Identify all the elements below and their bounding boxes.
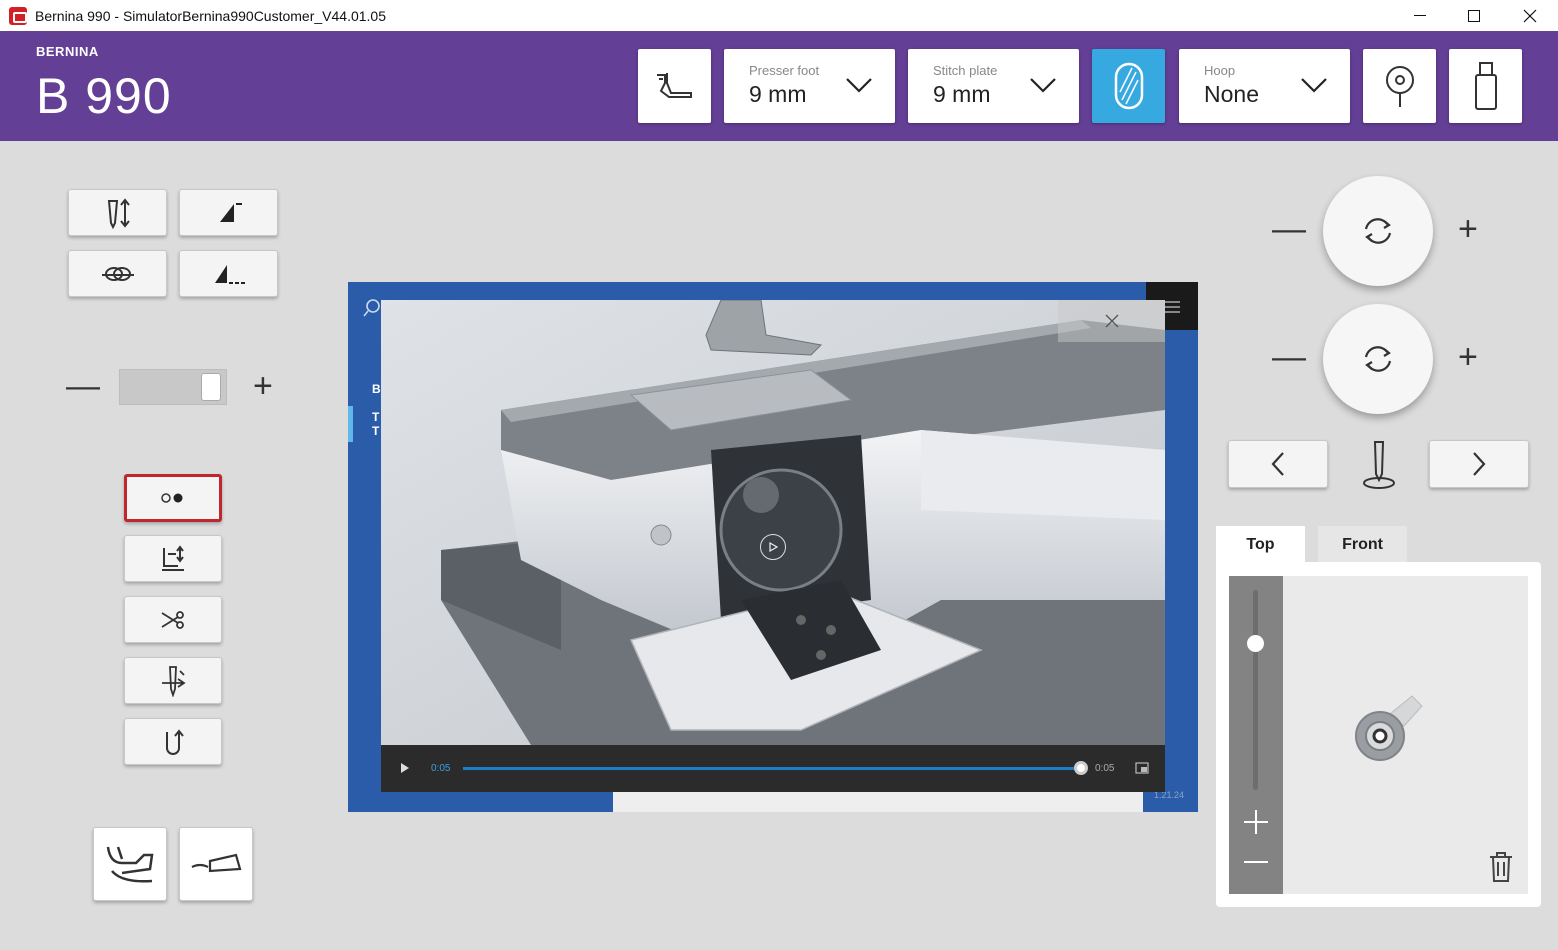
help-footer xyxy=(613,790,1143,812)
window-titlebar: Bernina 990 - SimulatorBernina990Custome… xyxy=(0,0,1558,31)
usb-stick-icon xyxy=(1474,62,1497,110)
bobbin-button[interactable] xyxy=(1363,49,1436,123)
foot-control-button[interactable] xyxy=(179,827,253,901)
plus-icon[interactable]: + xyxy=(1458,340,1478,374)
bobbin-case-preview-icon xyxy=(1355,695,1423,761)
presser-foot-label: Presser foot xyxy=(749,63,820,78)
needle-up-down-icon xyxy=(107,197,130,229)
zoom-slider-track[interactable] xyxy=(1253,590,1258,790)
presser-foot-indicator-button[interactable] xyxy=(638,49,711,123)
stitch-plate-value: 9 mm xyxy=(933,81,991,107)
tab-top[interactable]: Top xyxy=(1216,526,1305,564)
video-progress-bar[interactable] xyxy=(463,767,1083,770)
video-close-button[interactable] xyxy=(1058,300,1165,342)
two-dots-button[interactable] xyxy=(124,474,222,522)
zoom-in-icon[interactable] xyxy=(1242,808,1270,836)
free-hand-system-icon xyxy=(106,846,154,883)
previous-button[interactable] xyxy=(1228,440,1328,488)
minimize-icon xyxy=(1414,15,1426,16)
needle-threader-icon xyxy=(162,665,186,697)
bobbin-icon xyxy=(1385,66,1414,107)
minimize-button[interactable] xyxy=(1397,0,1443,31)
play-icon xyxy=(769,542,778,552)
securing-button[interactable] xyxy=(68,250,167,297)
search-icon[interactable] xyxy=(362,298,382,318)
plus-icon[interactable]: + xyxy=(1458,212,1478,246)
picture-in-picture-icon[interactable] xyxy=(1135,762,1149,774)
pattern-repeat-icon xyxy=(166,728,184,755)
sewing-machine-video-frame xyxy=(381,300,1165,745)
video-player[interactable]: 0:05 0:05 xyxy=(381,300,1165,792)
app-icon xyxy=(9,6,27,25)
free-hand-system-button[interactable] xyxy=(93,827,167,901)
play-icon[interactable] xyxy=(399,762,411,774)
pattern-repeat-button[interactable] xyxy=(124,718,222,765)
pattern-begin-icon xyxy=(219,202,242,222)
zoom-slider-thumb[interactable] xyxy=(1247,635,1264,652)
nav-accent xyxy=(348,406,353,442)
video-controls: 0:05 0:05 xyxy=(381,745,1165,792)
app-header: BERNINA B 990 Presser foot 9 mm Stitch p… xyxy=(0,31,1558,141)
foot-control-icon xyxy=(191,853,242,873)
presser-foot-value: 9 mm xyxy=(749,81,807,107)
embroidery-hoop-icon xyxy=(1114,62,1143,110)
presser-foot-dropdown[interactable]: Presser foot 9 mm xyxy=(724,49,895,123)
stitch-plate-label: Stitch plate xyxy=(933,63,998,78)
minus-icon[interactable]: — xyxy=(66,369,100,403)
securing-knot-icon xyxy=(101,266,134,281)
center-play-button[interactable] xyxy=(760,534,786,560)
minus-icon[interactable]: — xyxy=(1272,340,1306,374)
needle-up-down-button[interactable] xyxy=(68,189,167,236)
pattern-begin-button[interactable] xyxy=(179,189,278,236)
embroidery-mode-button[interactable] xyxy=(1092,49,1165,123)
brand-logo: BERNINA xyxy=(36,44,99,59)
pattern-end-button[interactable] xyxy=(179,250,278,297)
maximize-button[interactable] xyxy=(1451,0,1497,31)
pattern-end-icon xyxy=(214,264,245,284)
chevron-right-icon xyxy=(1473,452,1486,476)
hoop-label: Hoop xyxy=(1204,63,1236,78)
stitch-length-knob[interactable] xyxy=(1323,304,1433,414)
needle-threader-button[interactable] xyxy=(124,657,222,704)
stitch-width-knob[interactable] xyxy=(1323,176,1433,286)
needle-position-icon xyxy=(1363,441,1395,489)
minus-icon[interactable]: — xyxy=(1272,212,1306,246)
presser-foot-lift-icon xyxy=(162,544,184,571)
chevron-left-icon xyxy=(1271,452,1284,476)
rotate-icon xyxy=(1364,346,1392,372)
next-button[interactable] xyxy=(1429,440,1529,488)
hoop-dropdown[interactable]: Hoop None xyxy=(1179,49,1350,123)
thread-cutter-button[interactable] xyxy=(124,596,222,643)
close-icon xyxy=(1523,9,1537,22)
hoop-value: None xyxy=(1204,81,1259,107)
presser-foot-icon xyxy=(656,73,692,98)
video-progress-knob[interactable] xyxy=(1074,761,1088,775)
trash-icon[interactable] xyxy=(1488,850,1514,884)
rotate-icon xyxy=(1364,218,1392,244)
window-title: Bernina 990 - SimulatorBernina990Custome… xyxy=(35,7,386,24)
usb-button[interactable] xyxy=(1449,49,1522,123)
plus-icon[interactable]: + xyxy=(253,369,273,403)
chevron-down-icon xyxy=(846,78,872,93)
zoom-out-icon[interactable] xyxy=(1242,848,1270,876)
tab-front[interactable]: Front xyxy=(1318,526,1407,564)
chevron-down-icon xyxy=(1301,78,1327,93)
close-button[interactable] xyxy=(1507,0,1553,31)
speed-slider-thumb[interactable] xyxy=(201,373,221,401)
video-current-time: 0:05 xyxy=(431,763,451,774)
close-icon xyxy=(1105,314,1118,328)
model-name: B 990 xyxy=(36,68,172,124)
two-dots-icon xyxy=(161,493,183,503)
video-total-time: 0:05 xyxy=(1095,763,1115,774)
thread-cutter-icon xyxy=(161,610,184,629)
presser-foot-lift-button[interactable] xyxy=(124,535,222,582)
stitch-plate-dropdown[interactable]: Stitch plate 9 mm xyxy=(908,49,1079,123)
maximize-icon xyxy=(1468,9,1480,22)
chevron-down-icon xyxy=(1030,78,1056,93)
